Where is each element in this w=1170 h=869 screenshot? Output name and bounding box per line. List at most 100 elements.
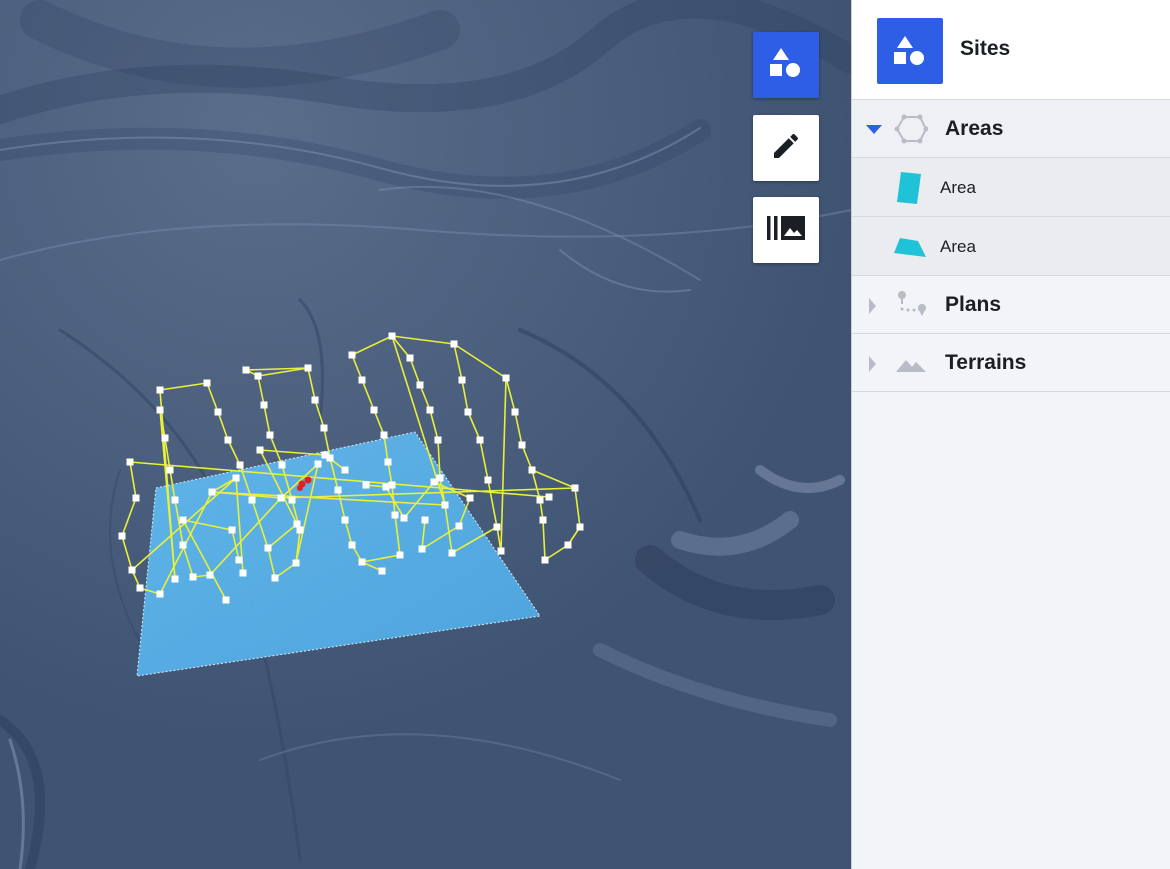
waypoint-marker[interactable] xyxy=(118,532,126,540)
waypoint-marker[interactable] xyxy=(278,461,286,469)
waypoint-marker[interactable] xyxy=(235,556,243,564)
map-view[interactable] xyxy=(0,0,851,869)
waypoint-marker[interactable] xyxy=(248,496,256,504)
waypoint-marker[interactable] xyxy=(502,374,510,382)
waypoint-marker[interactable] xyxy=(311,396,319,404)
waypoint-marker[interactable] xyxy=(576,523,584,531)
area-item[interactable]: Area xyxy=(852,158,1170,217)
waypoint-marker[interactable] xyxy=(493,523,501,531)
waypoint-marker[interactable] xyxy=(400,514,408,522)
waypoint-marker[interactable] xyxy=(388,332,396,340)
waypoint-marker[interactable] xyxy=(541,556,549,564)
waypoint-marker[interactable] xyxy=(256,446,264,454)
waypoint-marker[interactable] xyxy=(406,354,414,362)
waypoint-marker[interactable] xyxy=(430,478,438,486)
waypoint-marker[interactable] xyxy=(539,516,547,524)
waypoint-marker[interactable] xyxy=(441,501,449,509)
waypoint-marker[interactable] xyxy=(466,494,474,502)
waypoint-marker[interactable] xyxy=(206,571,214,579)
waypoint-marker[interactable] xyxy=(126,458,134,466)
waypoint-marker[interactable] xyxy=(132,494,140,502)
waypoint-marker[interactable] xyxy=(156,406,164,414)
waypoint-marker[interactable] xyxy=(418,545,426,553)
waypoint-marker[interactable] xyxy=(545,493,553,501)
waypoint-marker[interactable] xyxy=(358,558,366,566)
waypoint-marker[interactable] xyxy=(348,351,356,359)
waypoint-marker[interactable] xyxy=(391,511,399,519)
waypoint-marker[interactable] xyxy=(511,408,519,416)
waypoint-marker[interactable] xyxy=(388,481,396,489)
waypoint-marker[interactable] xyxy=(416,381,424,389)
waypoint-marker[interactable] xyxy=(271,574,279,582)
edit-button[interactable] xyxy=(753,115,819,181)
waypoint-marker[interactable] xyxy=(128,566,136,574)
area-item[interactable]: Area xyxy=(852,217,1170,276)
waypoint-marker[interactable] xyxy=(161,434,169,442)
waypoint-marker[interactable] xyxy=(208,488,216,496)
caret-right-icon[interactable] xyxy=(866,356,878,377)
caret-right-icon[interactable] xyxy=(866,298,878,319)
waypoint-marker[interactable] xyxy=(304,364,312,372)
waypoint-marker[interactable] xyxy=(156,386,164,394)
group-terrains[interactable]: Terrains xyxy=(852,334,1170,392)
waypoint-marker[interactable] xyxy=(448,549,456,557)
gallery-button[interactable] xyxy=(753,197,819,263)
waypoint-marker[interactable] xyxy=(166,466,174,474)
waypoint-marker[interactable] xyxy=(426,406,434,414)
waypoint-marker[interactable] xyxy=(203,379,211,387)
waypoint-marker[interactable] xyxy=(189,573,197,581)
group-areas[interactable]: Areas xyxy=(852,100,1170,158)
waypoint-marker[interactable] xyxy=(236,461,244,469)
waypoint-marker[interactable] xyxy=(528,466,536,474)
waypoint-marker[interactable] xyxy=(382,483,390,491)
caret-down-icon[interactable] xyxy=(866,122,882,140)
waypoint-marker[interactable] xyxy=(239,569,247,577)
waypoint-marker[interactable] xyxy=(277,494,285,502)
waypoint-marker[interactable] xyxy=(156,590,164,598)
waypoint-marker[interactable] xyxy=(341,516,349,524)
waypoint-marker[interactable] xyxy=(136,584,144,592)
waypoint-marker[interactable] xyxy=(260,401,268,409)
waypoint-marker[interactable] xyxy=(293,520,301,528)
waypoint-marker[interactable] xyxy=(321,451,329,459)
waypoint-marker[interactable] xyxy=(384,458,392,466)
sites-shapes-button[interactable] xyxy=(753,32,819,98)
waypoint-marker[interactable] xyxy=(396,551,404,559)
waypoint-marker[interactable] xyxy=(314,460,322,468)
waypoint-marker[interactable] xyxy=(370,406,378,414)
waypoint-marker[interactable] xyxy=(571,484,579,492)
waypoint-marker[interactable] xyxy=(292,559,300,567)
waypoint-marker[interactable] xyxy=(266,431,274,439)
waypoint-marker[interactable] xyxy=(434,436,442,444)
waypoint-marker[interactable] xyxy=(564,541,572,549)
waypoint-marker[interactable] xyxy=(320,424,328,432)
waypoint-marker[interactable] xyxy=(436,474,444,482)
waypoint-marker[interactable] xyxy=(362,481,370,489)
waypoint-marker[interactable] xyxy=(358,376,366,384)
waypoint-marker[interactable] xyxy=(334,486,342,494)
waypoint-marker[interactable] xyxy=(484,476,492,484)
waypoint-marker[interactable] xyxy=(518,441,526,449)
waypoint-marker[interactable] xyxy=(214,408,222,416)
waypoint-marker[interactable] xyxy=(179,541,187,549)
group-plans[interactable]: Plans xyxy=(852,276,1170,334)
waypoint-marker[interactable] xyxy=(536,496,544,504)
waypoint-marker[interactable] xyxy=(476,436,484,444)
waypoint-marker[interactable] xyxy=(254,372,262,380)
waypoint-marker[interactable] xyxy=(497,547,505,555)
waypoint-marker[interactable] xyxy=(171,496,179,504)
waypoint-marker[interactable] xyxy=(455,522,463,530)
waypoint-marker[interactable] xyxy=(296,526,304,534)
waypoint-marker[interactable] xyxy=(242,366,250,374)
waypoint-marker[interactable] xyxy=(458,376,466,384)
terrain-map[interactable] xyxy=(0,0,851,869)
waypoint-marker[interactable] xyxy=(378,567,386,575)
waypoint-marker[interactable] xyxy=(380,431,388,439)
waypoint-marker[interactable] xyxy=(232,474,240,482)
waypoint-marker[interactable] xyxy=(421,516,429,524)
waypoint-marker[interactable] xyxy=(171,575,179,583)
waypoint-marker[interactable] xyxy=(450,340,458,348)
waypoint-marker[interactable] xyxy=(288,496,296,504)
waypoint-marker[interactable] xyxy=(464,408,472,416)
waypoint-marker[interactable] xyxy=(341,466,349,474)
